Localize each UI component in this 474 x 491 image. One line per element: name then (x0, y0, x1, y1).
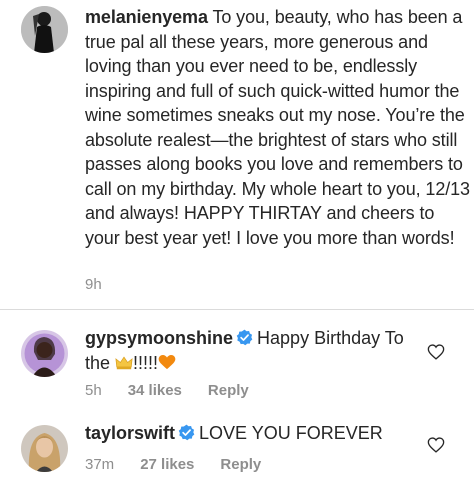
orange-heart-emoji (158, 355, 176, 370)
comment-meta: 5h 34 likes Reply (85, 382, 249, 399)
avatar-image (21, 6, 68, 53)
heart-outline-icon[interactable] (427, 437, 445, 453)
comment-text: taylorswift LOVE YOU FOREVER (85, 421, 415, 446)
caption-body: To you, beauty, who has been a true pal … (85, 7, 470, 248)
comment-username[interactable]: gypsymoonshine (85, 328, 233, 348)
comment-item: taylorswift LOVE YOU FOREVER 37m 27 likes… (0, 415, 474, 491)
reply-button[interactable]: Reply (208, 382, 249, 399)
caption-username[interactable]: melanienyema (85, 7, 208, 27)
post-caption: melanienyema To you, beauty, who has bee… (0, 0, 474, 318)
avatar-taylorswift[interactable] (21, 425, 68, 472)
comment-timestamp: 5h (85, 382, 102, 399)
avatar-gypsymoonshine[interactable] (21, 330, 68, 377)
caption-timestamp: 9h (85, 276, 102, 293)
crown-emoji (115, 356, 133, 370)
verified-badge-icon (236, 329, 253, 346)
avatar-melanienyema[interactable] (21, 6, 68, 53)
comment-body-end: !!!!! (133, 353, 159, 373)
heart-outline-icon[interactable] (427, 344, 445, 360)
caption-text: melanienyema To you, beauty, who has bee… (85, 5, 470, 250)
likes-count[interactable]: 27 likes (140, 456, 194, 473)
comment-username[interactable]: taylorswift (85, 423, 175, 443)
reply-button[interactable]: Reply (220, 456, 261, 473)
comment-meta: 37m 27 likes Reply (85, 456, 261, 473)
avatar-image (21, 330, 68, 377)
verified-badge-icon (178, 424, 195, 441)
likes-count[interactable]: 34 likes (128, 382, 182, 399)
divider (0, 309, 474, 310)
comment-item: gypsymoonshine Happy Birthday To the !!!… (0, 320, 474, 410)
comment-text: gypsymoonshine Happy Birthday To the !!!… (85, 326, 415, 376)
comment-timestamp: 37m (85, 456, 115, 473)
avatar-image (21, 425, 68, 472)
comment-body: LOVE YOU FOREVER (199, 423, 383, 443)
